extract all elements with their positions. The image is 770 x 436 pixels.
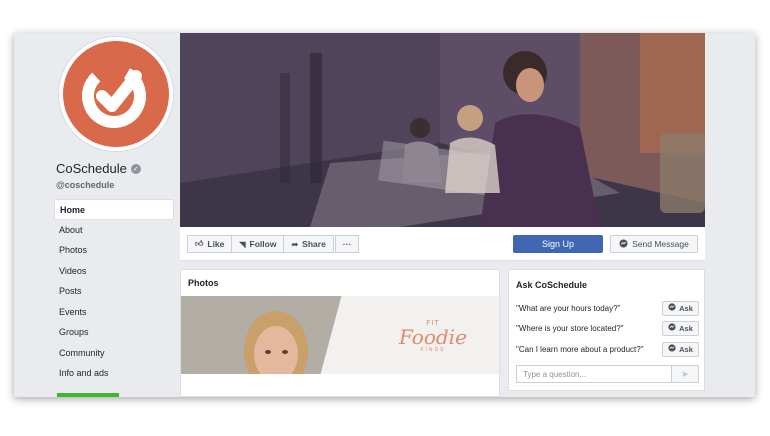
checkmark-logo-icon bbox=[82, 64, 146, 128]
follow-button[interactable]: ◥ Follow bbox=[231, 235, 285, 253]
page-action-bar: 👍︎ Like ◥ Follow ➦ Share ··· Sign Up Sen… bbox=[180, 227, 705, 261]
messenger-icon bbox=[668, 323, 676, 333]
page-nav: Home About Photos Videos Posts Events Gr… bbox=[54, 199, 174, 384]
question-text: "Can I learn more about a product?" bbox=[516, 344, 644, 354]
messenger-icon bbox=[619, 238, 628, 250]
ask-card: Ask CoSchedule "What are your hours toda… bbox=[508, 269, 705, 391]
share-button[interactable]: ➦ Share bbox=[283, 235, 334, 253]
send-arrow-icon: ➤ bbox=[681, 368, 689, 379]
photos-card: Photos FIT Foodie FINDS bbox=[180, 269, 500, 397]
photos-title[interactable]: Photos bbox=[181, 270, 499, 296]
ask-label: Ask bbox=[679, 344, 693, 354]
ask-title: Ask CoSchedule bbox=[516, 280, 588, 290]
brand-finds-text: FINDS bbox=[420, 347, 446, 353]
verified-badge-icon: ✓ bbox=[130, 163, 141, 174]
ask-button[interactable]: Ask bbox=[662, 320, 699, 336]
question-text: "What are your hours today?" bbox=[516, 303, 621, 313]
page-name-text: CoSchedule bbox=[56, 161, 127, 176]
nav-item-home[interactable]: Home bbox=[54, 199, 174, 220]
page-handle: @coschedule bbox=[56, 180, 115, 190]
coschedule-logo bbox=[63, 41, 169, 147]
question-row: "Where is your store located?" Ask bbox=[516, 320, 699, 336]
send-question-button[interactable]: ➤ bbox=[672, 365, 699, 383]
page-actions-group: 👍︎ Like ◥ Follow ➦ Share ··· bbox=[187, 235, 360, 253]
like-label: Like bbox=[207, 239, 225, 249]
fit-foodie-finds-logo: FIT Foodie FINDS bbox=[399, 320, 467, 353]
send-message-button[interactable]: Send Message bbox=[610, 235, 698, 253]
rss-follow-icon: ◥ bbox=[239, 239, 246, 249]
nav-item-groups[interactable]: Groups bbox=[54, 322, 174, 343]
question-row: "Can I learn more about a product?" Ask bbox=[516, 341, 699, 357]
ask-label: Ask bbox=[679, 323, 693, 333]
sign-up-button[interactable]: Sign Up bbox=[513, 235, 603, 253]
messenger-icon bbox=[668, 344, 676, 354]
facebook-page-window: CoSchedule ✓ @coschedule Home About Phot… bbox=[14, 33, 755, 397]
photo-thumbnail[interactable]: FIT Foodie FINDS bbox=[181, 296, 499, 374]
share-label: Share bbox=[302, 239, 326, 249]
nav-item-about[interactable]: About bbox=[54, 220, 174, 241]
create-page-button[interactable] bbox=[57, 393, 119, 397]
more-dots-icon: ··· bbox=[342, 239, 352, 249]
brand-foodie-text: Foodie bbox=[399, 325, 467, 349]
thumbs-up-icon: 👍︎ bbox=[195, 239, 204, 248]
profile-avatar[interactable] bbox=[58, 36, 174, 152]
ask-label: Ask bbox=[679, 303, 693, 313]
ask-button[interactable]: Ask bbox=[662, 341, 699, 357]
ask-button[interactable]: Ask bbox=[662, 300, 699, 316]
left-column: CoSchedule ✓ @coschedule Home About Phot… bbox=[14, 33, 180, 397]
question-input[interactable]: Type a question... bbox=[516, 365, 672, 383]
share-arrow-icon: ➦ bbox=[291, 239, 299, 249]
cover-photo-image bbox=[180, 33, 705, 227]
nav-item-events[interactable]: Events bbox=[54, 302, 174, 323]
page-name: CoSchedule ✓ bbox=[56, 161, 141, 176]
nav-item-videos[interactable]: Videos bbox=[54, 261, 174, 282]
nav-item-info-and-ads[interactable]: Info and ads bbox=[54, 363, 174, 384]
more-options-button[interactable]: ··· bbox=[334, 235, 360, 253]
send-message-label: Send Message bbox=[632, 239, 689, 249]
question-text: "Where is your store located?" bbox=[516, 323, 624, 333]
nav-item-photos[interactable]: Photos bbox=[54, 240, 174, 261]
follow-label: Follow bbox=[249, 239, 277, 249]
cover-photo[interactable] bbox=[180, 33, 705, 227]
nav-item-community[interactable]: Community bbox=[54, 343, 174, 364]
messenger-icon bbox=[668, 303, 676, 313]
person-photo bbox=[181, 296, 382, 374]
nav-item-posts[interactable]: Posts bbox=[54, 281, 174, 302]
question-row: "What are your hours today?" Ask bbox=[516, 300, 699, 316]
like-button[interactable]: 👍︎ Like bbox=[187, 235, 233, 253]
